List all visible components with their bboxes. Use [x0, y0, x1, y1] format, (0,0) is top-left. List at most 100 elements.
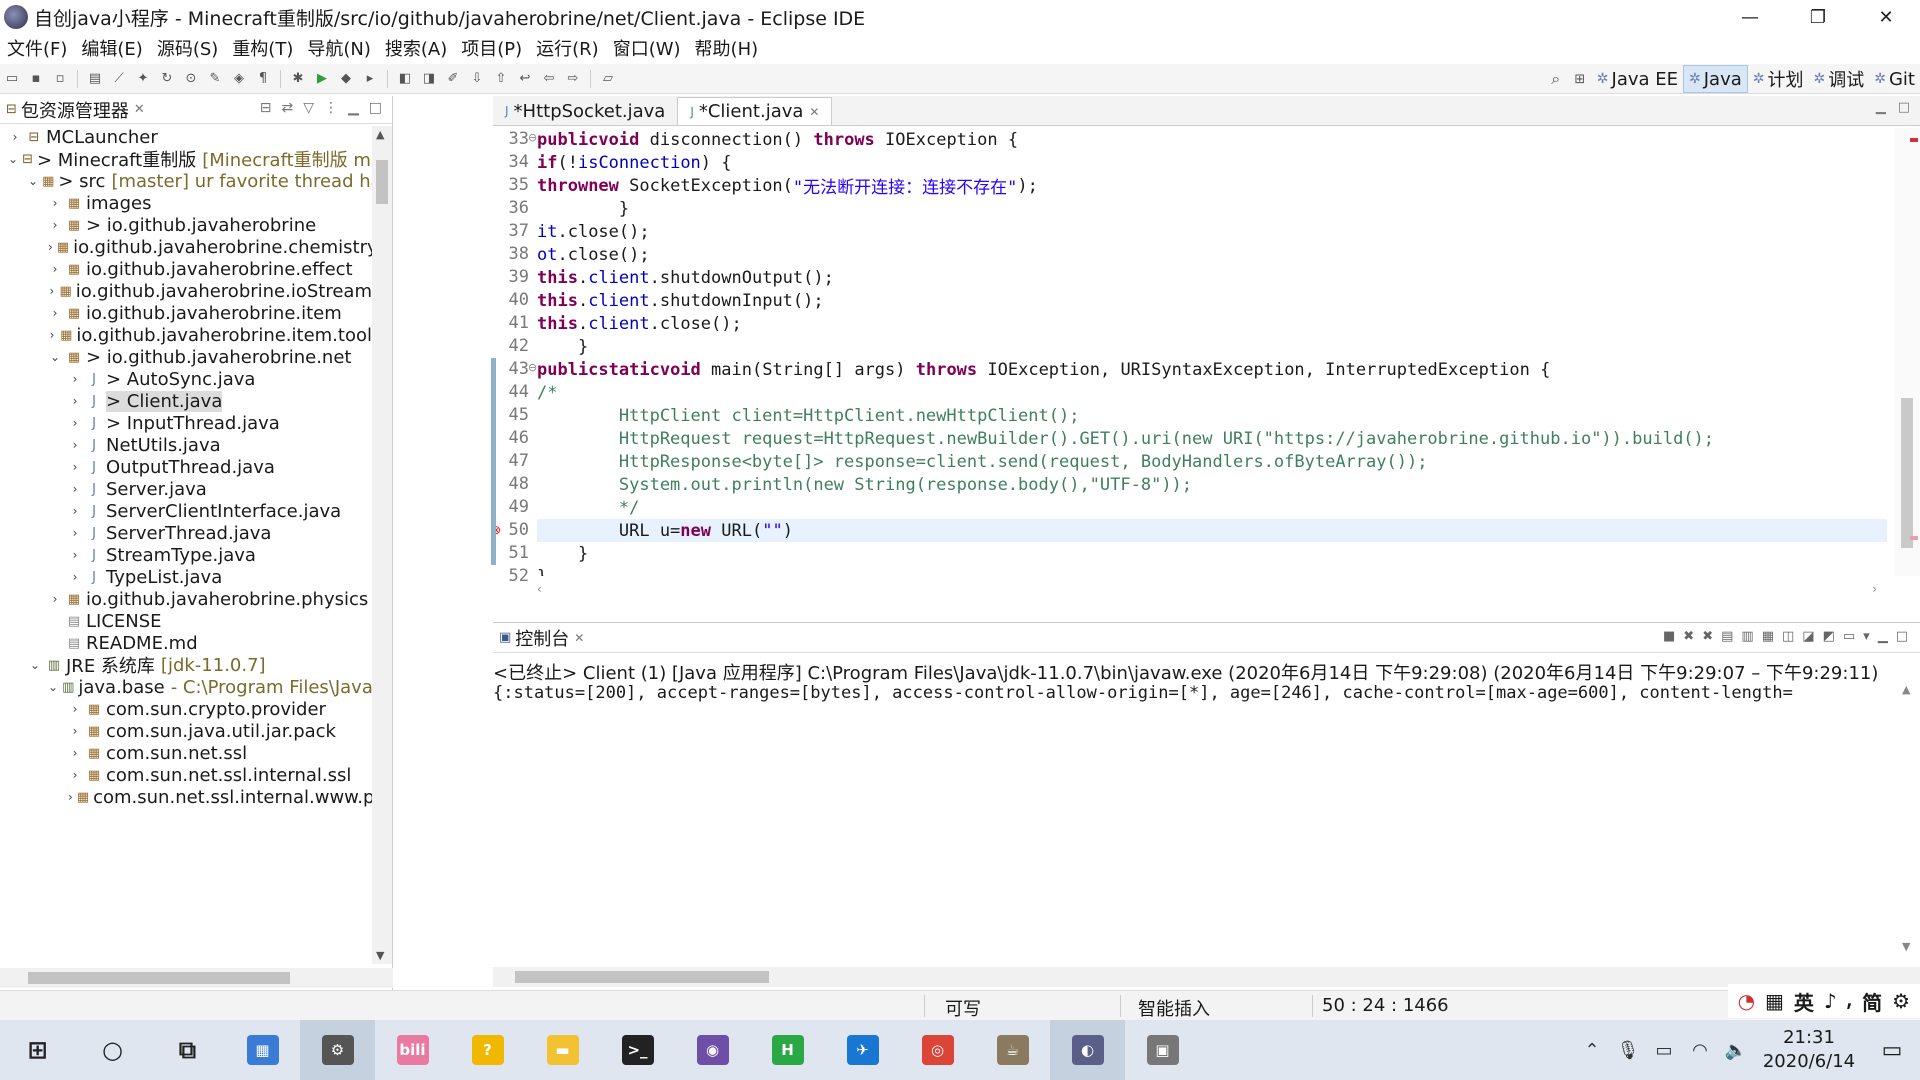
- collapsed-chevron-icon[interactable]: ›: [68, 746, 82, 760]
- tree-item[interactable]: › ▦ io.github.javaherobrine.chemistry: [0, 236, 372, 258]
- scroll-lock-icon[interactable]: ▥: [1741, 629, 1753, 644]
- expanded-chevron-icon[interactable]: ⌄: [48, 350, 62, 364]
- perspective-java[interactable]: ✲ Java: [1683, 65, 1748, 93]
- ime-settings-icon[interactable]: ⚙: [1892, 989, 1910, 1013]
- bilibili-app[interactable]: bili: [375, 1020, 450, 1080]
- scrollbar-thumb[interactable]: [1901, 398, 1913, 548]
- collapsed-chevron-icon[interactable]: ›: [48, 262, 62, 276]
- collapsed-chevron-icon[interactable]: ›: [48, 196, 62, 210]
- tree-item[interactable]: ▤ LICENSE: [0, 610, 372, 632]
- code-area[interactable]: public void disconnection() throws IOExc…: [537, 128, 1887, 576]
- editor-tab[interactable]: J *HttpSocket.java: [493, 97, 677, 125]
- mark-occurrences-icon[interactable]: ◈: [229, 69, 249, 89]
- open-console-icon[interactable]: ▾: [1863, 629, 1870, 644]
- expanded-chevron-icon[interactable]: ⌄: [48, 680, 58, 694]
- tree-item[interactable]: › J OutputThread.java: [0, 456, 372, 478]
- minimize-editor-icon[interactable]: ▁: [1876, 100, 1886, 115]
- code-line[interactable]: HttpResponse<byte[]> response=client.sen…: [537, 450, 1887, 473]
- terminal-icon[interactable]: ▤: [85, 69, 105, 89]
- terminate-icon[interactable]: ■: [1663, 629, 1675, 644]
- scroll-down-icon[interactable]: ▼: [1902, 940, 1910, 953]
- view-menu-icon[interactable]: ⋮: [324, 100, 338, 116]
- collapsed-chevron-icon[interactable]: ›: [48, 306, 62, 320]
- perspective-调试[interactable]: ✲ 调试: [1809, 65, 1870, 93]
- expanded-chevron-icon[interactable]: ⌄: [28, 658, 42, 672]
- scrollbar-thumb[interactable]: [376, 160, 388, 204]
- open-type-icon[interactable]: ⊙: [181, 69, 201, 89]
- java-app[interactable]: ☕: [975, 1020, 1050, 1080]
- collapsed-chevron-icon[interactable]: ›: [68, 724, 82, 738]
- tree-vertical-scrollbar[interactable]: ▲ ▼: [372, 126, 392, 964]
- next-annotation-icon[interactable]: ⇩: [467, 69, 487, 89]
- show-stderr-icon[interactable]: ◪: [1802, 629, 1814, 644]
- tree-item[interactable]: › ▦ io.github.javaherobrine.item.tool: [0, 324, 372, 346]
- fold-toggle-icon[interactable]: ⊖: [528, 361, 537, 374]
- tree-item[interactable]: ⌄ ▦> src[master] ur favorite thread has a…: [0, 170, 372, 192]
- tree-item[interactable]: › J ServerClientInterface.java: [0, 500, 372, 522]
- remove-launch-icon[interactable]: ✖: [1683, 629, 1694, 644]
- code-line[interactable]: this. client .close();: [537, 312, 1887, 335]
- tree-item[interactable]: ⌄ ▦ > io.github.javaherobrine.net: [0, 346, 372, 368]
- scrollbar-thumb[interactable]: [28, 972, 290, 984]
- battery-icon[interactable]: ▭: [1646, 1040, 1682, 1061]
- code-line[interactable]: }: [537, 197, 1887, 220]
- status-cursor-position[interactable]: 50 : 24 : 1466: [1322, 995, 1449, 1016]
- code-line[interactable]: public static void main(String[] args) t…: [537, 358, 1887, 381]
- volume-icon[interactable]: 🔈: [1718, 1040, 1754, 1061]
- collapsed-chevron-icon[interactable]: ›: [68, 790, 73, 804]
- tree-horizontal-scrollbar[interactable]: [0, 968, 393, 988]
- code-line[interactable]: URL u= new URL(""): [537, 519, 1887, 542]
- save-icon[interactable]: ▪: [26, 69, 46, 89]
- tree-item[interactable]: › ▦ io.github.javaherobrine.effect: [0, 258, 372, 280]
- code-line[interactable]: /*: [537, 381, 1887, 404]
- perspective-git[interactable]: ✲ Git: [1869, 65, 1920, 93]
- word-wrap-icon[interactable]: ▦: [1762, 629, 1774, 644]
- ime-script-toggle[interactable]: 简: [1862, 987, 1882, 1016]
- code-line[interactable]: this. client .shutdownOutput();: [537, 266, 1887, 289]
- open-perspective-folder-icon[interactable]: ◨: [419, 69, 439, 89]
- collapsed-chevron-icon[interactable]: ›: [48, 328, 56, 342]
- code-line[interactable]: }: [537, 542, 1887, 565]
- back-icon[interactable]: ⇦: [539, 69, 559, 89]
- cortana-button[interactable]: ○: [75, 1020, 150, 1080]
- clear-console-icon[interactable]: ▤: [1721, 629, 1733, 644]
- tree-item[interactable]: ›▦com.sun.net.ssl.internal.www.protocol.…: [0, 786, 372, 808]
- close-button[interactable]: ✕: [1852, 0, 1920, 34]
- tree-item[interactable]: › J StreamType.java: [0, 544, 372, 566]
- tree-item[interactable]: › J NetUtils.java: [0, 434, 372, 456]
- chrome-app[interactable]: ◎: [900, 1020, 975, 1080]
- code-line[interactable]: this. client .shutdownInput();: [537, 289, 1887, 312]
- ime-language-toggle[interactable]: 英: [1794, 987, 1814, 1016]
- coverage-icon[interactable]: ◆: [336, 69, 356, 89]
- github-app[interactable]: ◉: [675, 1020, 750, 1080]
- collapsed-chevron-icon[interactable]: ›: [68, 526, 82, 540]
- tree-item[interactable]: › ▦ com.sun.net.ssl.internal.ssl: [0, 764, 372, 786]
- start-button[interactable]: ⊞: [0, 1020, 75, 1080]
- feishu-app[interactable]: ✈: [825, 1020, 900, 1080]
- code-line[interactable]: HttpClient client=HttpClient.newHttpClie…: [537, 404, 1887, 427]
- perspective-计划[interactable]: ✲ 计划: [1748, 65, 1809, 93]
- menu-item[interactable]: 重构(T): [225, 35, 300, 61]
- control-panel-app[interactable]: ▦: [225, 1020, 300, 1080]
- eclipse-app[interactable]: ◐: [1050, 1020, 1125, 1080]
- tree-item[interactable]: › J TypeList.java: [0, 566, 372, 588]
- new-java-project-icon[interactable]: ✦: [133, 69, 153, 89]
- collapse-all-icon[interactable]: ⊟: [260, 100, 272, 116]
- tree-item[interactable]: › J > AutoSync.java: [0, 368, 372, 390]
- collapsed-chevron-icon[interactable]: ›: [68, 548, 82, 562]
- collapsed-chevron-icon[interactable]: ›: [48, 592, 62, 606]
- console-horizontal-scrollbar[interactable]: [493, 967, 1920, 987]
- scroll-right-icon[interactable]: ›: [1872, 582, 1877, 596]
- tree-item[interactable]: › ⊟ MCLauncher: [0, 126, 372, 148]
- collapsed-chevron-icon[interactable]: ›: [68, 702, 82, 716]
- file-explorer-app[interactable]: ▬: [525, 1020, 600, 1080]
- collapsed-chevron-icon[interactable]: ›: [68, 504, 82, 518]
- pin-editor-icon[interactable]: ▱: [598, 69, 618, 89]
- collapsed-chevron-icon[interactable]: ›: [68, 460, 82, 474]
- code-line[interactable]: ot .close();: [537, 243, 1887, 266]
- hbuilder-app[interactable]: H: [750, 1020, 825, 1080]
- collapsed-chevron-icon[interactable]: ›: [68, 570, 82, 584]
- fold-toggle-icon[interactable]: ⊖: [528, 131, 537, 144]
- external-tools-icon[interactable]: ▸: [360, 69, 380, 89]
- menu-item[interactable]: 文件(F): [0, 35, 74, 61]
